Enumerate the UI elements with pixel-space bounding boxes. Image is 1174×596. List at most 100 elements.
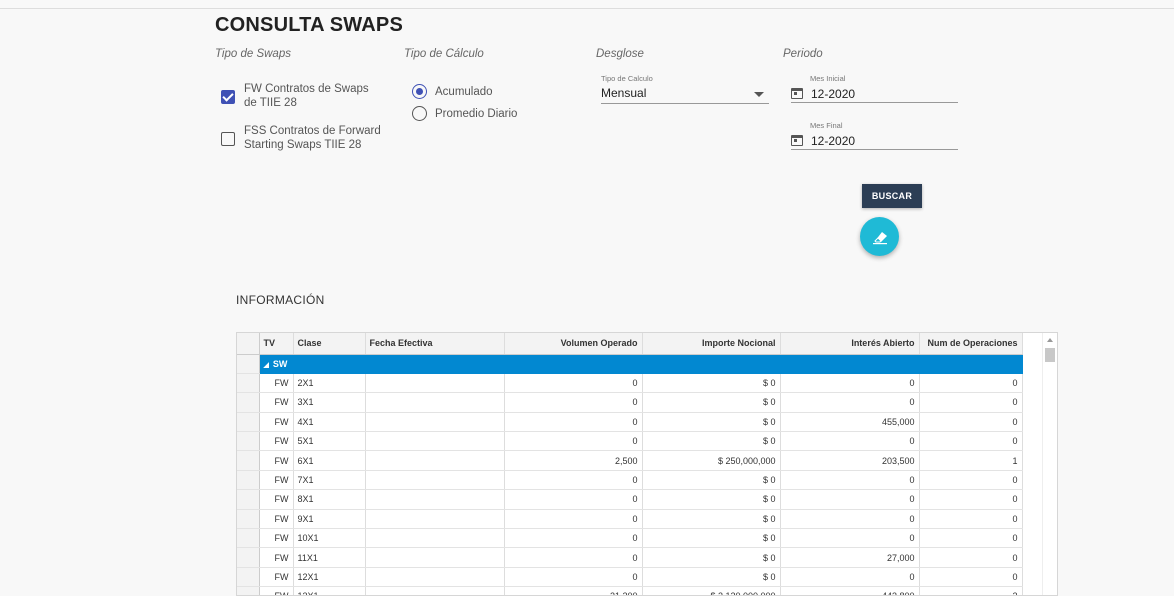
calendar-icon[interactable] — [791, 135, 803, 146]
fecha-efectiva-cell[interactable] — [365, 412, 505, 433]
importe-nocional-cell[interactable]: $ 0 — [642, 412, 781, 433]
num-operaciones-cell[interactable]: 0 — [919, 509, 1023, 530]
importe-nocional-cell[interactable]: $ 0 — [642, 509, 781, 530]
volumen-operado-cell[interactable]: 0 — [504, 528, 643, 549]
column-header-importe-nocional[interactable]: Importe Nocional — [642, 333, 781, 355]
clase-cell[interactable]: 3X1 — [293, 392, 366, 413]
radio-promedio-diario-circle[interactable] — [412, 106, 427, 121]
importe-nocional-cell[interactable]: $ 0 — [642, 470, 781, 491]
num-operaciones-cell[interactable]: 0 — [919, 567, 1023, 588]
tv-cell[interactable]: FW — [259, 431, 294, 452]
row-header-cell[interactable] — [237, 431, 260, 452]
table-row[interactable]: FW 12X1 0 $ 000 — [237, 567, 1023, 588]
fecha-efectiva-cell[interactable] — [365, 373, 505, 394]
clase-cell[interactable]: 2X1 — [293, 373, 366, 394]
row-header-cell[interactable] — [237, 528, 260, 549]
vertical-scrollbar[interactable] — [1042, 333, 1057, 595]
tv-cell[interactable]: FW — [259, 373, 294, 394]
volumen-operado-cell[interactable]: 0 — [504, 509, 643, 530]
importe-nocional-cell[interactable]: $ 0 — [642, 489, 781, 510]
column-header-fecha-efectiva[interactable]: Fecha Efectiva — [365, 333, 505, 355]
num-operaciones-cell[interactable]: 2 — [919, 586, 1023, 595]
fecha-efectiva-cell[interactable] — [365, 450, 505, 471]
scroll-up-icon[interactable] — [1047, 338, 1053, 342]
tv-cell[interactable]: FW — [259, 412, 294, 433]
tv-cell[interactable]: FW — [259, 392, 294, 413]
table-row[interactable]: FW 5X1 0 $ 000 — [237, 431, 1023, 452]
clase-cell[interactable]: 8X1 — [293, 489, 366, 510]
clase-cell[interactable]: 7X1 — [293, 470, 366, 491]
interes-abierto-cell[interactable]: 27,000 — [780, 547, 920, 568]
importe-nocional-cell[interactable]: $ 2,120,000,000 — [642, 586, 781, 595]
importe-nocional-cell[interactable]: $ 0 — [642, 528, 781, 549]
buscar-button[interactable]: BUSCAR — [862, 184, 922, 208]
row-header-cell[interactable] — [237, 547, 260, 568]
row-header-cell[interactable] — [237, 567, 260, 588]
interes-abierto-cell[interactable]: 0 — [780, 489, 920, 510]
fecha-efectiva-cell[interactable] — [365, 586, 505, 595]
tv-cell[interactable]: FW — [259, 528, 294, 549]
column-header-volumen-operado[interactable]: Volumen Operado — [504, 333, 643, 355]
tv-cell[interactable]: FW — [259, 509, 294, 530]
fecha-efectiva-cell[interactable] — [365, 567, 505, 588]
num-operaciones-cell[interactable]: 0 — [919, 528, 1023, 549]
table-row[interactable]: FW 10X1 0 $ 000 — [237, 528, 1023, 549]
interes-abierto-cell[interactable]: 455,000 — [780, 412, 920, 433]
volumen-operado-cell[interactable]: 0 — [504, 489, 643, 510]
clear-button[interactable] — [860, 217, 899, 256]
num-operaciones-cell[interactable]: 0 — [919, 392, 1023, 413]
num-operaciones-cell[interactable]: 0 — [919, 470, 1023, 491]
checkbox-fw[interactable]: FW Contratos de Swaps de TIIE 28 — [221, 82, 384, 110]
scroll-thumb[interactable] — [1045, 348, 1055, 362]
row-header-cell[interactable] — [237, 509, 260, 530]
table-row[interactable]: FW 4X1 0 $ 0 455,000 0 — [237, 412, 1023, 433]
tv-cell[interactable]: FW — [259, 470, 294, 491]
fecha-efectiva-cell[interactable] — [365, 547, 505, 568]
clase-cell[interactable]: 4X1 — [293, 412, 366, 433]
tv-cell[interactable]: FW — [259, 489, 294, 510]
importe-nocional-cell[interactable]: $ 0 — [642, 392, 781, 413]
group-row-sw[interactable]: ◢ SW — [237, 354, 1023, 374]
checkbox-fss-box[interactable] — [221, 132, 235, 146]
group-cell[interactable]: ◢ SW — [259, 354, 1023, 374]
interes-abierto-cell[interactable]: 0 — [780, 470, 920, 491]
fecha-efectiva-cell[interactable] — [365, 470, 505, 491]
row-header-cell[interactable] — [237, 586, 260, 595]
num-operaciones-cell[interactable]: 0 — [919, 373, 1023, 394]
volumen-operado-cell[interactable]: 0 — [504, 547, 643, 568]
table-row[interactable]: FW13X1 21,200$ 2,120,000,000443,8002 — [237, 586, 1023, 595]
num-operaciones-cell[interactable]: 0 — [919, 431, 1023, 452]
importe-nocional-cell[interactable]: $ 0 — [642, 373, 781, 394]
table-row[interactable]: FW 7X1 0 $ 000 — [237, 470, 1023, 491]
interes-abierto-cell[interactable]: 0 — [780, 528, 920, 549]
importe-nocional-cell[interactable]: $ 250,000,000 — [642, 450, 781, 471]
radio-acumulado-circle[interactable] — [412, 84, 427, 99]
column-header-num-operaciones[interactable]: Num de Operaciones — [919, 333, 1023, 355]
tv-cell[interactable]: FW — [259, 567, 294, 588]
collapse-triangle-icon[interactable]: ◢ — [264, 362, 269, 369]
importe-nocional-cell[interactable]: $ 0 — [642, 547, 781, 568]
volumen-operado-cell[interactable]: 0 — [504, 431, 643, 452]
clase-cell[interactable]: 6X1 — [293, 450, 366, 471]
calendar-icon[interactable] — [791, 88, 803, 99]
tv-cell[interactable]: FW — [259, 547, 294, 568]
tv-cell[interactable]: FW — [259, 450, 294, 471]
clase-cell[interactable]: 13X1 — [293, 586, 366, 595]
row-header-cell[interactable] — [237, 373, 260, 394]
table-row[interactable]: FW 6X1 2,500 $ 250,000,000 203,500 1 — [237, 450, 1023, 471]
interes-abierto-cell[interactable]: 443,800 — [780, 586, 920, 595]
clase-cell[interactable]: 5X1 — [293, 431, 366, 452]
interes-abierto-cell[interactable]: 203,500 — [780, 450, 920, 471]
fecha-efectiva-cell[interactable] — [365, 431, 505, 452]
importe-nocional-cell[interactable]: $ 0 — [642, 431, 781, 452]
volumen-operado-cell[interactable]: 0 — [504, 470, 643, 491]
num-operaciones-cell[interactable]: 1 — [919, 450, 1023, 471]
volumen-operado-cell[interactable]: 0 — [504, 412, 643, 433]
clase-cell[interactable]: 12X1 — [293, 567, 366, 588]
num-operaciones-cell[interactable]: 0 — [919, 547, 1023, 568]
radio-acumulado[interactable]: Acumulado — [412, 84, 493, 99]
volumen-operado-cell[interactable]: 0 — [504, 373, 643, 394]
column-header-clase[interactable]: Clase — [293, 333, 366, 355]
num-operaciones-cell[interactable]: 0 — [919, 489, 1023, 510]
importe-nocional-cell[interactable]: $ 0 — [642, 567, 781, 588]
